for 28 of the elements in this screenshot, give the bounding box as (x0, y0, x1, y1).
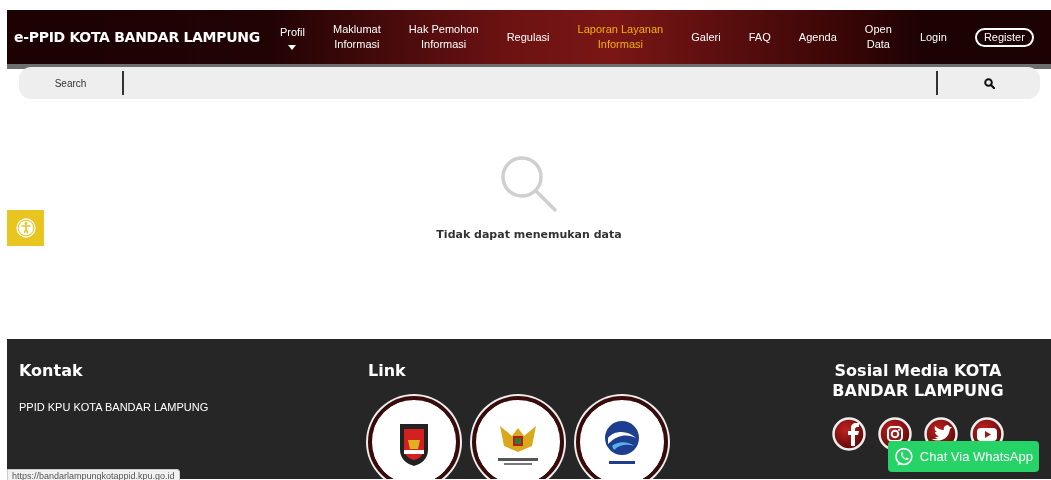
nav-link[interactable]: Agenda (798, 29, 837, 45)
facebook-icon[interactable] (832, 417, 866, 451)
nav-link[interactable]: Open Data (864, 22, 892, 52)
nav-link[interactable]: Profil (279, 24, 305, 50)
search-icon (500, 155, 558, 213)
logo-link[interactable] (472, 396, 564, 479)
nav-link[interactable]: Laporan Layanan Informasi (577, 22, 664, 52)
search-icon (983, 77, 995, 89)
logo-link[interactable] (576, 396, 668, 479)
accessibility-icon (15, 218, 36, 238)
site-title[interactable]: e-PPID KOTA BANDAR LAMPUNG (7, 29, 260, 45)
footer-heading: Kontak (19, 361, 84, 381)
register-button[interactable]: Register (974, 27, 1034, 47)
caret-icon (288, 44, 297, 50)
nav-link[interactable]: Maklumat Informasi (333, 22, 381, 52)
search-label: Search (53, 77, 88, 89)
nav-link[interactable]: Hak Pemohon Informasi (408, 22, 479, 52)
status-url: https://bandarlampungkotappid.kpu.go.id (7, 469, 180, 480)
nav-link[interactable]: Login (919, 29, 947, 45)
nav-link[interactable]: FAQ (748, 29, 771, 45)
nav-link[interactable]: Galeri (691, 29, 721, 45)
empty-message: Tidak dapat menemukan data (436, 228, 622, 241)
footer-heading: Sosial Media KOTA BANDAR LAMPUNG (831, 361, 1005, 401)
whatsapp-icon (894, 446, 914, 467)
nav-link[interactable]: Regulasi (506, 29, 550, 45)
footer-heading: Link (368, 361, 407, 381)
contact-name: PPID KPU KOTA BANDAR LAMPUNG (19, 401, 210, 413)
logo-link[interactable] (368, 396, 460, 479)
